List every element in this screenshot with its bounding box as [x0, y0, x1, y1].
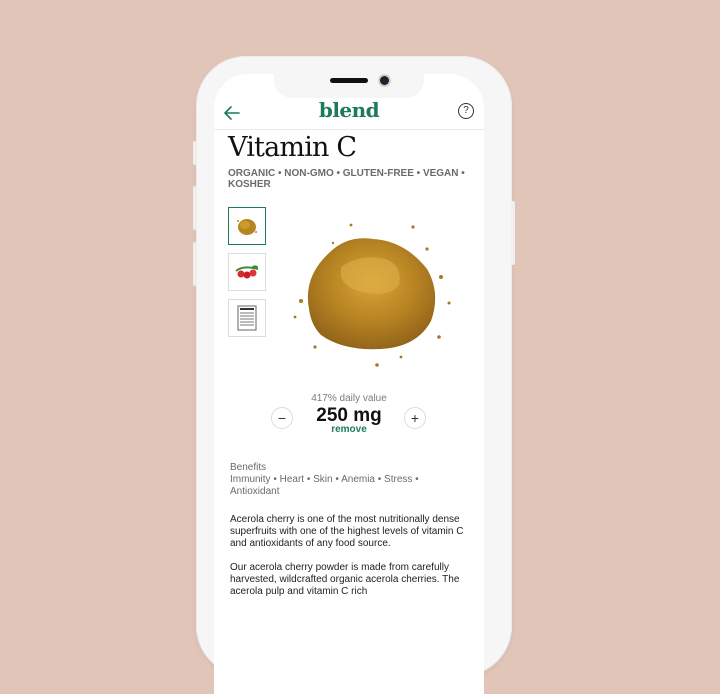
powder-thumb-image — [233, 212, 261, 240]
phone-side-button-right — [511, 201, 515, 265]
product-title: Vitamin C — [228, 132, 357, 163]
benefits-list: Immunity • Heart • Skin • Anemia • Stres… — [230, 474, 419, 497]
label-thumb-image — [233, 304, 261, 332]
daily-value: 417% daily value — [311, 393, 387, 404]
phone-side-button-low — [193, 242, 197, 286]
thumbnail-powder[interactable] — [228, 207, 266, 245]
description-paragraph-1: Acerola cherry is one of the most nutrit… — [230, 514, 464, 549]
phone-notch — [274, 74, 424, 98]
thumbnail-label[interactable] — [228, 299, 266, 337]
cherries-thumb-image — [233, 258, 261, 286]
header-divider — [214, 129, 484, 130]
benefits-section: Benefits Immunity • Heart • Skin • Anemi… — [230, 462, 470, 498]
thumbnail-list — [228, 207, 266, 345]
thumbnail-cherries[interactable] — [228, 253, 266, 291]
app-logo[interactable]: blend — [214, 98, 484, 122]
phone-frame: blend ? Vitamin C ORGANIC • NON-GMO • GL… — [193, 56, 515, 694]
product-description: Acerola cherry is one of the most nutrit… — [230, 514, 468, 610]
product-tags: ORGANIC • NON-GMO • GLUTEN-FREE • VEGAN … — [228, 168, 465, 190]
description-paragraph-2: Our acerola cherry powder is made from c… — [230, 562, 460, 597]
speaker — [330, 78, 368, 83]
benefits-label: Benefits — [230, 462, 267, 473]
app-header: blend ? — [214, 98, 484, 130]
phone-side-button-top — [193, 141, 197, 165]
remove-link[interactable]: remove — [214, 424, 484, 435]
camera — [380, 76, 389, 85]
phone-side-button-mid — [193, 186, 197, 230]
phone-screen: blend ? Vitamin C ORGANIC • NON-GMO • GL… — [214, 74, 484, 694]
product-image-powder — [281, 197, 461, 377]
question-circle-icon[interactable]: ? — [458, 103, 474, 119]
